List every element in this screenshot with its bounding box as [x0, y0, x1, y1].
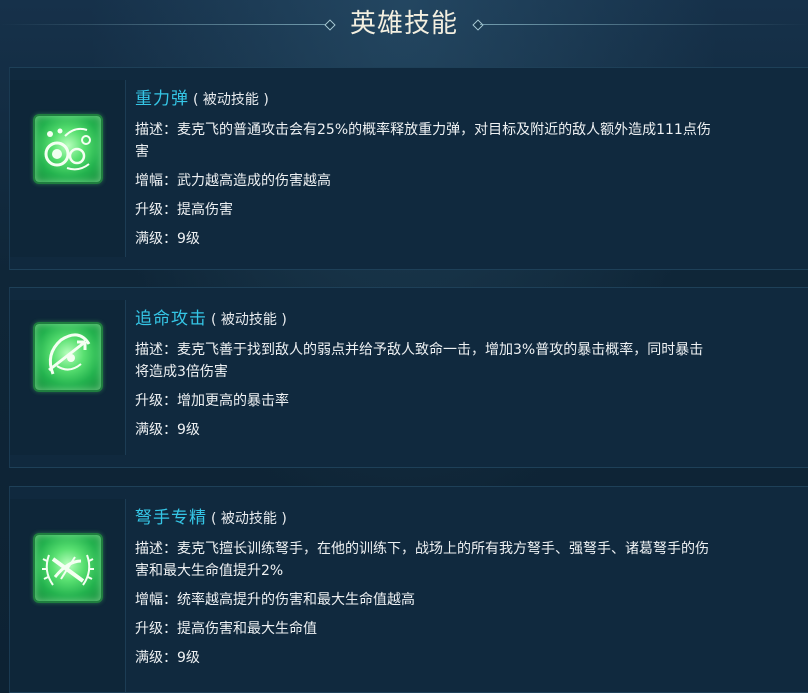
skill-type: ( 被动技能 ) — [193, 92, 269, 108]
description-text: 麦克飞善于找到敌人的弱点并给予敌人致命一击，增加3%普攻的暴击概率，同时暴击 — [177, 342, 704, 358]
skill-description: 描述：麦克飞善于找到敌人的弱点并给予敌人致命一击，增加3%普攻的暴击概率，同时暴… — [135, 339, 797, 361]
boost-text: 统率越高提升的伤害和最大生命值越高 — [177, 592, 415, 608]
skill-upgrade: 升级：增加更高的暴击率 — [135, 390, 797, 412]
max-level-text: 9级 — [177, 231, 200, 247]
max-level-text: 9级 — [177, 422, 200, 438]
header-divider-left — [0, 24, 328, 25]
skill-name: 弩手专精 — [135, 508, 207, 528]
skill-type: ( 被动技能 ) — [211, 511, 287, 527]
section-header: 英雄技能 — [0, 0, 808, 52]
skill-card-gravity-bomb: 重力弹( 被动技能 ) 描述：麦克飞的普通攻击会有25%的概率释放重力弹，对目标… — [9, 67, 808, 270]
skill-upgrade: 升级：提高伤害和最大生命值 — [135, 618, 797, 640]
skill-description-continued: 害 — [135, 141, 797, 163]
boost-label: 增幅： — [135, 173, 177, 189]
header-divider-right — [480, 24, 808, 25]
description-label: 描述： — [135, 541, 177, 557]
skill-title-row: 追命攻击( 被动技能 ) — [135, 306, 797, 332]
upgrade-label: 升级： — [135, 621, 177, 637]
skill-type: ( 被动技能 ) — [211, 312, 287, 328]
description-text: 麦克飞的普通攻击会有25%的概率释放重力弹，对目标及附近的敌人额外造成111点伤 — [177, 122, 711, 138]
skills-page: 英雄技能 重力弹( 被动技能 ) 描述：麦克飞的普通攻击会有25%的概率释放重力… — [0, 0, 808, 693]
skill-name: 追命攻击 — [135, 309, 207, 329]
skill-description-continued: 害和最大生命值提升2% — [135, 560, 797, 582]
header-ornament-left — [324, 19, 336, 31]
boost-text: 武力越高造成的伤害越高 — [177, 173, 331, 189]
skill-boost: 增幅：武力越高造成的伤害越高 — [135, 170, 797, 192]
upgrade-text: 提高伤害和最大生命值 — [177, 621, 317, 637]
gravity-orbs-icon[interactable] — [33, 114, 103, 184]
section-title: 英雄技能 — [349, 9, 458, 39]
max-level-label: 满级： — [135, 231, 177, 247]
skill-max-level: 满级：9级 — [135, 419, 797, 441]
description-text-continued: 将造成3倍伤害 — [135, 364, 228, 380]
skill-max-level: 满级：9级 — [135, 647, 797, 669]
skill-upgrade: 升级：提高伤害 — [135, 199, 797, 221]
description-text-continued: 害和最大生命值提升2% — [135, 563, 284, 579]
description-text-continued: 害 — [135, 144, 149, 160]
description-label: 描述： — [135, 122, 177, 138]
skill-description-continued: 将造成3倍伤害 — [135, 361, 797, 383]
header-ornament-right — [472, 19, 484, 31]
skill-icon-column — [10, 300, 126, 455]
crossbow-laurel-icon[interactable] — [33, 533, 103, 603]
description-text: 麦克飞擅长训练弩手，在他的训练下，战场上的所有我方弩手、强弩手、诸葛弩手的伤 — [177, 541, 709, 557]
skill-boost: 增幅：统率越高提升的伤害和最大生命值越高 — [135, 589, 797, 611]
skill-content: 弩手专精( 被动技能 ) 描述：麦克飞擅长训练弩手，在他的训练下，战场上的所有我… — [135, 505, 797, 669]
crossbow-target-icon[interactable] — [33, 322, 103, 392]
upgrade-label: 升级： — [135, 202, 177, 218]
skill-card-crossbow-mastery: 弩手专精( 被动技能 ) 描述：麦克飞擅长训练弩手，在他的训练下，战场上的所有我… — [9, 486, 808, 693]
skill-description: 描述：麦克飞擅长训练弩手，在他的训练下，战场上的所有我方弩手、强弩手、诸葛弩手的… — [135, 538, 797, 560]
skill-icon-column — [10, 499, 126, 692]
upgrade-text: 增加更高的暴击率 — [177, 393, 289, 409]
boost-label: 增幅： — [135, 592, 177, 608]
skill-title-row: 弩手专精( 被动技能 ) — [135, 505, 797, 531]
upgrade-text: 提高伤害 — [177, 202, 233, 218]
max-level-label: 满级： — [135, 422, 177, 438]
skill-max-level: 满级：9级 — [135, 228, 797, 250]
description-label: 描述： — [135, 342, 177, 358]
skill-content: 重力弹( 被动技能 ) 描述：麦克飞的普通攻击会有25%的概率释放重力弹，对目标… — [135, 86, 797, 250]
upgrade-label: 升级： — [135, 393, 177, 409]
skill-content: 追命攻击( 被动技能 ) 描述：麦克飞善于找到敌人的弱点并给予敌人致命一击，增加… — [135, 306, 797, 441]
max-level-text: 9级 — [177, 650, 200, 666]
skill-description: 描述：麦克飞的普通攻击会有25%的概率释放重力弹，对目标及附近的敌人额外造成11… — [135, 119, 797, 141]
max-level-label: 满级： — [135, 650, 177, 666]
skill-icon-column — [10, 80, 126, 257]
skill-title-row: 重力弹( 被动技能 ) — [135, 86, 797, 112]
skill-name: 重力弹 — [135, 89, 189, 109]
skill-card-deadly-strike: 追命攻击( 被动技能 ) 描述：麦克飞善于找到敌人的弱点并给予敌人致命一击，增加… — [9, 287, 808, 468]
